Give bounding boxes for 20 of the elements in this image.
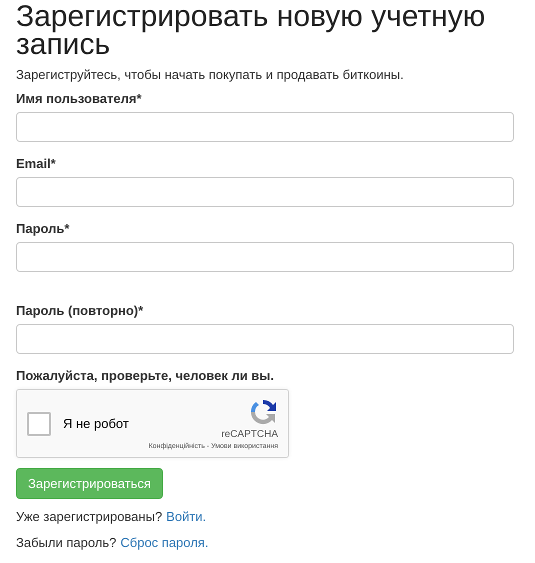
recaptcha-logo-icon [248, 397, 278, 427]
captcha-checkbox[interactable] [27, 412, 51, 436]
recaptcha-brand: reCAPTCHA [221, 429, 278, 440]
prompt-text: Забыли пароль? [16, 535, 116, 550]
input-field[interactable] [16, 242, 514, 272]
page-subtitle: Зарегиструйтесь, чтобы начать покупать и продавать биткоины. [16, 67, 405, 82]
field-label: Пароль* [16, 221, 70, 236]
prompt-text: Уже зарегистрированы? [16, 509, 162, 524]
page-title: Зарегистрировать новую учетную запись [16, 3, 486, 59]
register-button[interactable]: Зарегистрироваться [16, 468, 163, 499]
field-label: Email* [16, 156, 57, 171]
input-field[interactable] [16, 112, 514, 142]
input-field[interactable] [16, 177, 514, 207]
field-label: Пароль (повторно)* [16, 303, 144, 318]
login-link[interactable]: Войти. [166, 509, 206, 524]
field-label: Имя пользователя* [16, 91, 143, 106]
reset-password-link[interactable]: Сброс пароля. [120, 535, 208, 550]
captcha-text: Я не робот [63, 416, 130, 431]
captcha-label: Пожалуйста, проверьте, человек ли вы. [16, 368, 276, 383]
input-field[interactable] [16, 324, 514, 354]
